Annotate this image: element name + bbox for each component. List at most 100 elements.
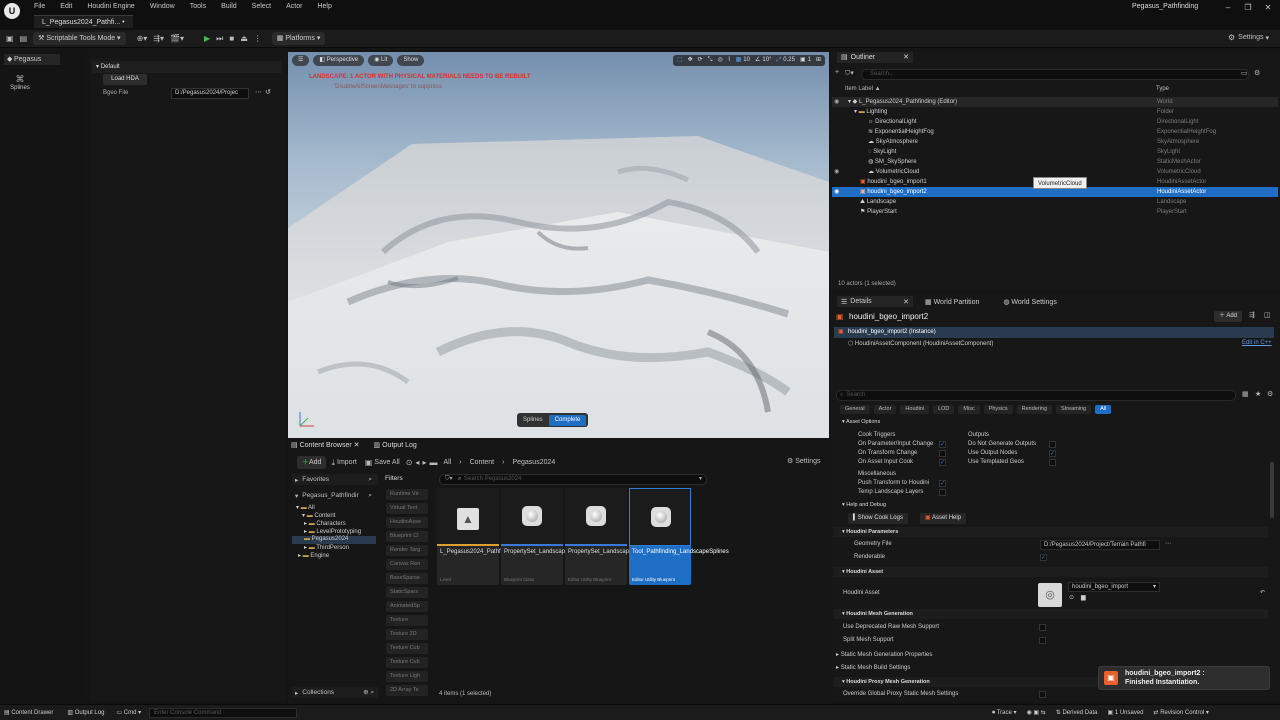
- history-icon[interactable]: ⊙: [406, 458, 413, 467]
- asset-tile-propertyset[interactable]: PropertySet_LandscapeSplines Blueprint C…: [501, 488, 588, 585]
- breadcrumb-all[interactable]: All: [443, 459, 451, 466]
- bgeo-file-field[interactable]: D:/Pegasus2024/Projec: [171, 88, 249, 99]
- filter-chip[interactable]: Texture 2D: [386, 629, 428, 640]
- geometry-file-field[interactable]: D:/Pegasus2024/Project/Terrain Pathfi: [1040, 540, 1160, 550]
- filter-chip[interactable]: Virtual Text: [386, 503, 428, 514]
- filter-chip[interactable]: HoudiniAsse: [386, 517, 428, 528]
- folder-add-icon[interactable]: ▭: [1241, 69, 1248, 77]
- pegasus-mode-tab[interactable]: ◆ Pegasus: [4, 54, 60, 65]
- outliner-row-skysphere[interactable]: ◍ SM_SkySphere StaticMeshActor: [832, 157, 1278, 167]
- details-tab[interactable]: ☰ Details ✕: [837, 296, 913, 307]
- houdini-parameters-section[interactable]: ▾ Houdini Parameters: [834, 527, 1268, 537]
- perspective-button[interactable]: ◧ Perspective: [313, 55, 365, 66]
- filter-chip[interactable]: BaseSparse: [386, 573, 428, 584]
- viewport-menu-button[interactable]: ☰: [292, 55, 310, 66]
- filter-lod[interactable]: LOD: [933, 405, 955, 414]
- content-settings-button[interactable]: ⚙ Settings: [787, 457, 821, 465]
- houdini-mesh-generation-section[interactable]: ▾ Houdini Mesh Generation: [834, 609, 1268, 619]
- console-input[interactable]: Enter Console Command: [149, 707, 298, 718]
- platforms-button[interactable]: ▦ Platforms ▾: [271, 32, 326, 45]
- outliner-row-fog[interactable]: ≋ ExponentialHeightFog ExponentialHeight…: [832, 127, 1278, 137]
- filter-chip[interactable]: Texture Cub: [386, 643, 428, 654]
- filter-chip[interactable]: Texture: [386, 615, 428, 626]
- settings-icon[interactable]: ⚙: [1267, 390, 1273, 398]
- complete-button[interactable]: Complete: [548, 414, 587, 426]
- houdini-asset-section[interactable]: ▾ Houdini Asset: [834, 567, 1268, 577]
- world-local-icon[interactable]: ◎: [717, 55, 722, 66]
- show-cook-logs-button[interactable]: ▍Show Cook Logs: [848, 513, 908, 524]
- layout-icon[interactable]: ⊞: [816, 55, 821, 66]
- reset-icon[interactable]: ↺: [265, 88, 271, 96]
- outliner-search[interactable]: Search...: [861, 69, 1249, 80]
- visibility-icon[interactable]: ◉: [834, 167, 839, 177]
- more-options-icon[interactable]: ⋮: [254, 34, 262, 43]
- add-actor-icon[interactable]: ⊕▾: [137, 34, 148, 43]
- save-icon[interactable]: ▣: [6, 34, 14, 43]
- item-label-header[interactable]: Item Label ▲: [845, 86, 881, 92]
- menu-actor[interactable]: Actor: [286, 3, 302, 10]
- eject-icon[interactable]: ⏏: [240, 34, 248, 43]
- unsaved-button[interactable]: ▣ 1 Unsaved: [1107, 709, 1143, 716]
- collections-header[interactable]: ▸ Collections ⊕ ⌕: [292, 687, 378, 698]
- favorites-header[interactable]: ▸ Favorites ⌕: [292, 474, 378, 485]
- splines-mode-button[interactable]: Splines: [517, 413, 549, 427]
- rotate-icon[interactable]: ⟳: [698, 55, 703, 66]
- filter-all[interactable]: All: [1095, 405, 1112, 414]
- outliner-row-skylight[interactable]: ◌ SkyLight SkyLight: [832, 147, 1278, 157]
- component-row[interactable]: ⬡ HoudiniAssetComponent (HoudiniAssetCom…: [848, 340, 993, 347]
- menu-window[interactable]: Window: [150, 3, 175, 10]
- split-mesh-checkbox[interactable]: [1039, 637, 1046, 644]
- filter-rendering[interactable]: Rendering: [1016, 405, 1053, 414]
- on-param-change-checkbox[interactable]: ✓: [939, 441, 946, 448]
- use-deprecated-checkbox[interactable]: [1039, 624, 1046, 631]
- stop-icon[interactable]: ■: [229, 34, 234, 43]
- filter-physics[interactable]: Physics: [983, 405, 1013, 414]
- menu-select[interactable]: Select: [252, 3, 271, 10]
- outliner-row-skyatmosphere[interactable]: ☁ SkyAtmosphere SkyAtmosphere: [832, 137, 1278, 147]
- type-header[interactable]: Type: [1156, 86, 1169, 92]
- grid-snap-value[interactable]: 10: [743, 55, 750, 66]
- tree-engine[interactable]: ▸ ▬ Engine: [298, 552, 329, 559]
- tree-content[interactable]: ▾ ▬ Content: [302, 512, 335, 519]
- lit-button[interactable]: ◉ Lit: [368, 55, 394, 66]
- add-component-button[interactable]: ＋ Add: [1214, 311, 1243, 322]
- filter-chip[interactable]: Canvas Ren: [386, 559, 428, 570]
- derived-data-button[interactable]: ⇅ Derived Data: [1056, 709, 1098, 716]
- filter-chip[interactable]: Blueprint Cl: [386, 531, 428, 542]
- asset-search[interactable]: ⛉▾ ⌕ Search Pegasus2024 ▾: [439, 474, 707, 485]
- outliner-row-playerstart[interactable]: ⚑ PlayerStart PlayerStart: [832, 207, 1278, 217]
- blueprint-icon[interactable]: ⇶: [1249, 311, 1255, 319]
- asset-tile-tool-pathfinding[interactable]: Tool_Pathfinding_LandscapeSplines Editor…: [629, 488, 729, 585]
- grid-view-icon[interactable]: ▦: [1242, 390, 1249, 398]
- play-icon[interactable]: ▶: [204, 34, 210, 43]
- on-input-cook-checkbox[interactable]: ✓: [939, 459, 946, 466]
- world-settings-tab[interactable]: ◍ World Settings: [1003, 298, 1056, 306]
- menu-houdini-engine[interactable]: Houdini Engine: [87, 3, 134, 10]
- visibility-icon[interactable]: ◉: [834, 97, 839, 107]
- tree-levelprototyping[interactable]: ▸ ▬ LevelPrototyping: [304, 528, 361, 535]
- cinematics-icon[interactable]: 🎬▾: [170, 34, 184, 43]
- close-icon[interactable]: ✕: [1260, 2, 1276, 14]
- edit-cpp-link[interactable]: Edit in C++: [1242, 340, 1272, 346]
- filter-chip[interactable]: Texture Cub: [386, 657, 428, 668]
- favorite-icon[interactable]: ★: [1255, 390, 1261, 398]
- outliner-tab[interactable]: ▤ Outliner ✕: [837, 52, 913, 63]
- layout-icon[interactable]: ◫: [1264, 311, 1271, 319]
- no-outputs-checkbox[interactable]: [1049, 441, 1056, 448]
- level-document-tab[interactable]: L_Pegasus2024_Pathfi... •: [34, 15, 133, 28]
- splines-tool[interactable]: ⌘ Splines: [9, 74, 31, 91]
- filter-houdini[interactable]: Houdini: [900, 405, 930, 414]
- translate-icon[interactable]: ✥: [688, 55, 693, 66]
- save-all-button[interactable]: Save All: [374, 459, 399, 466]
- close-tab-icon[interactable]: ✕: [903, 52, 909, 63]
- selected-actor-name[interactable]: houdini_bgeo_import2: [849, 312, 928, 321]
- asset-tile-propertyset-deprecated[interactable]: PropertySet_LandscapeSplines_deprecated …: [565, 488, 685, 585]
- instance-row[interactable]: ▣ houdini_bgeo_import2 (Instance): [834, 327, 1274, 338]
- visibility-icon[interactable]: ◉: [834, 187, 839, 197]
- content-browser-tab[interactable]: ▤ Content Browser ✕: [291, 441, 360, 449]
- filter-misc[interactable]: Misc: [958, 405, 980, 414]
- rotation-snap-icon[interactable]: ∠: [755, 55, 760, 66]
- add-collection-icon[interactable]: ⊕ ⌕: [363, 688, 374, 697]
- temp-landscape-layers-checkbox[interactable]: [939, 489, 946, 496]
- scale-snap-icon[interactable]: ⤢: [776, 55, 781, 66]
